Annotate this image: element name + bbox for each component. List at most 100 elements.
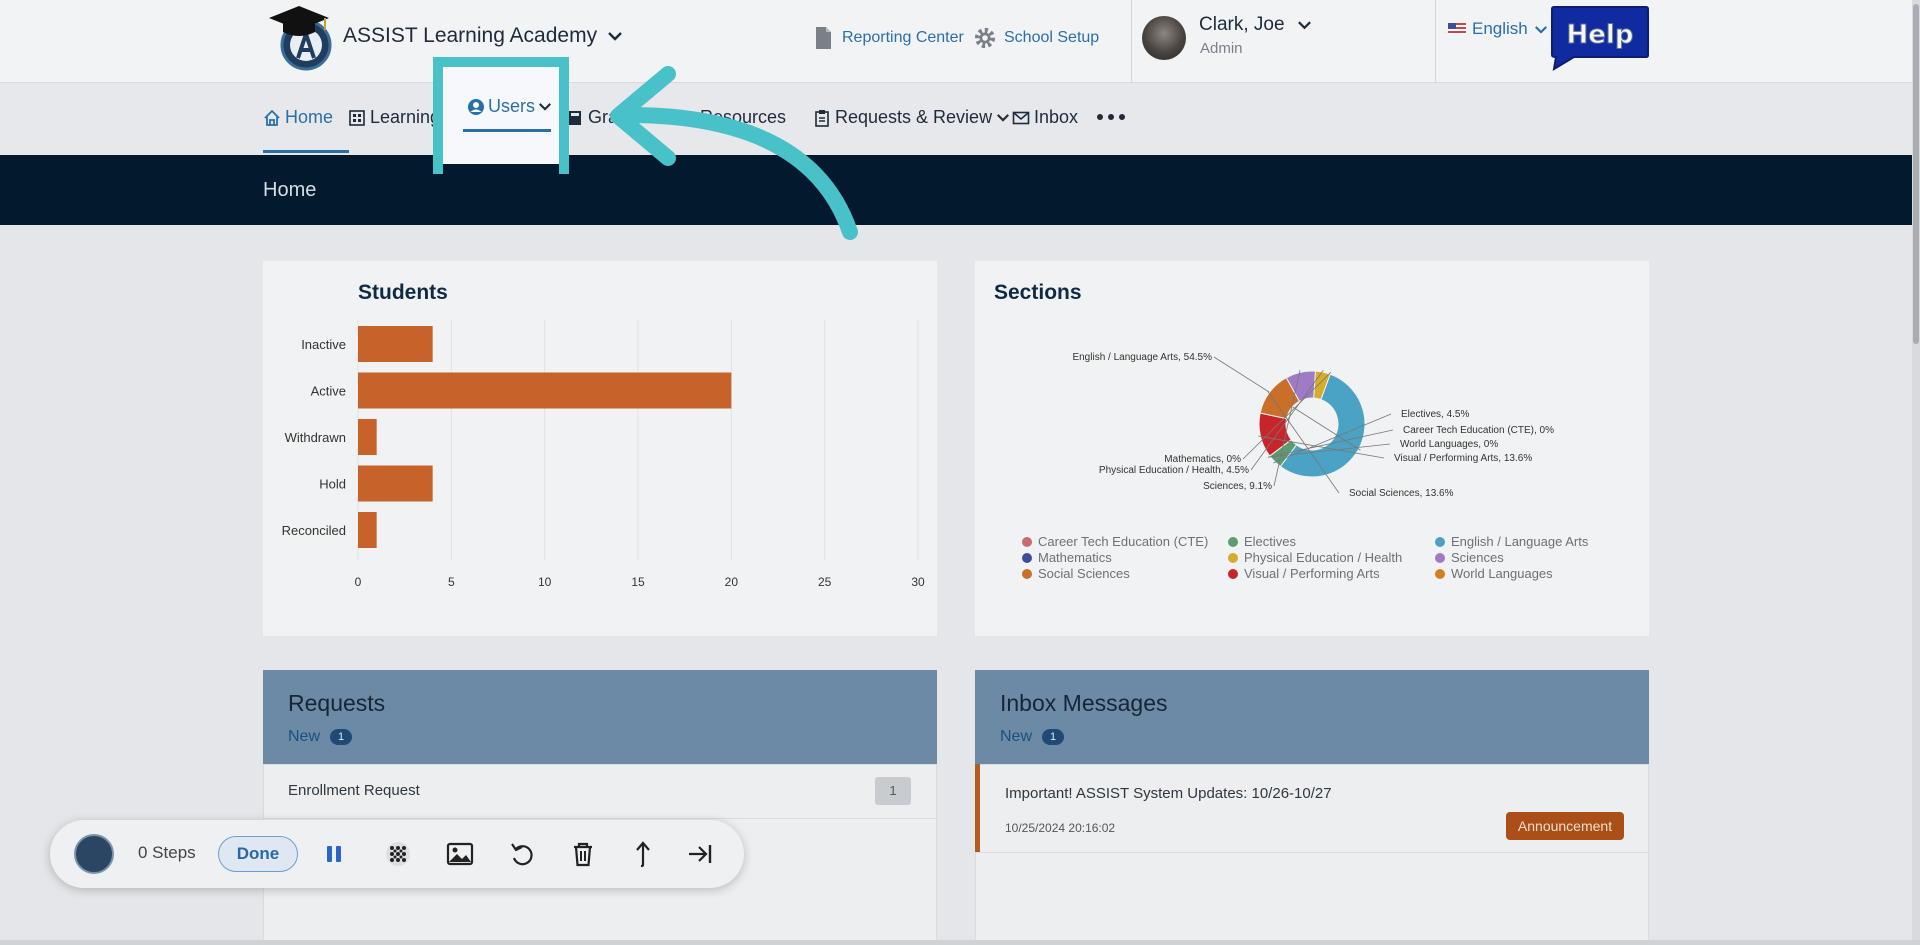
legend-item[interactable]: Visual / Performing Arts [1228,566,1435,581]
skip-to-end-icon[interactable] [686,840,714,868]
active-tab-indicator [463,129,551,132]
request-count: 1 [875,777,911,805]
grid-icon [349,109,365,126]
y-tick-label: Reconciled [282,523,346,538]
legend-item[interactable]: Electives [1228,534,1435,549]
user-menu[interactable]: Clark, Joe [1199,14,1312,36]
request-type: Enrollment Request [288,782,420,799]
slice-label: Career Tech Education (CTE), 0% [1403,425,1554,436]
slice-label: Sciences, 9.1% [1203,481,1272,492]
chevron-down-icon [539,103,552,111]
more-icon[interactable] [1097,114,1125,120]
sections-donut-chart: English / Language Arts, 54.5% Electives,… [1072,352,1554,499]
legend-item[interactable]: Social Sciences [1022,566,1228,581]
legend-label: English / Language Arts [1451,534,1589,549]
upload-icon[interactable] [629,840,657,868]
help-label: Help [1567,20,1634,50]
inbox-new-filter[interactable]: New 1 [1000,728,1065,746]
bar-inactive [358,326,433,362]
users-nav-highlight[interactable]: Users [433,57,569,174]
language-label: English [1472,19,1528,38]
requests-new-filter[interactable]: New 1 [288,728,353,746]
requests-panel-header: Requests New 1 [263,670,937,764]
user-name: Clark, Joe [1199,14,1285,35]
legend-swatch [1228,536,1238,547]
nav-inbox[interactable]: Inbox [1012,107,1078,128]
nav-users[interactable]: Users [467,96,552,117]
done-button[interactable]: Done [218,836,298,872]
legend-label: World Languages [1451,566,1553,581]
trash-icon[interactable] [569,840,597,868]
pointer-arrow-icon [610,66,858,240]
reporting-center-link[interactable]: Reporting Center [812,26,964,50]
legend-item[interactable]: Career Tech Education (CTE) [1022,534,1228,549]
page-scrollbar[interactable] [1912,0,1920,945]
legend-swatch [1228,552,1238,563]
document-icon [816,27,831,49]
legend-swatch [1435,552,1445,563]
undo-icon[interactable] [508,840,536,868]
title-bar-edge [443,164,559,174]
chevron-down-icon [1297,21,1311,30]
language-selector[interactable]: English [1448,19,1548,39]
legend-item[interactable]: English / Language Arts [1435,534,1595,549]
bar-withdrawn [358,419,377,455]
image-icon[interactable] [446,840,474,868]
message-subject: Important! ASSIST System Updates: 10/26-… [1005,785,1332,802]
scrollbar-thumb[interactable] [1913,4,1919,344]
blur-icon[interactable] [384,840,412,868]
legend-label: Mathematics [1038,550,1112,565]
school-switcher[interactable]: ASSIST Learning Academy [343,24,623,48]
legend-label: Social Sciences [1038,566,1130,581]
list-item[interactable]: Enrollment Request 1 [264,765,936,819]
page-title: Home [263,179,317,201]
x-tick-label: 20 [725,575,739,589]
y-tick-label: Inactive [301,337,346,352]
sections-legend: Career Tech Education (CTE) Electives Engl… [1022,534,1588,581]
x-tick-label: 5 [448,575,455,589]
legend-item[interactable]: Mathematics [1022,550,1228,565]
legend-item[interactable]: World Languages [1435,566,1595,581]
bar-hold [358,465,433,502]
students-bar-chart: 0 5 10 15 20 25 30 Inactive Active Withdrawn Hold R… [282,320,925,589]
legend-swatch [1435,536,1445,547]
sections-title: Sections [994,281,1082,304]
inbox-panel-header: Inbox Messages New 1 [975,670,1649,764]
school-setup-link[interactable]: School Setup [974,26,1099,50]
school-name: ASSIST Learning Academy [343,24,598,47]
recorder-logo [74,834,114,874]
inbox-title: Inbox Messages [1000,690,1168,716]
school-logo[interactable] [263,0,333,72]
legend-swatch [1228,568,1238,579]
y-tick-label: Hold [319,477,346,492]
page-title-bar: Home [0,155,1920,225]
slice-label: Electives, 4.5% [1401,409,1469,420]
help-button[interactable]: Help [1550,5,1650,71]
x-tick-label: 10 [538,575,552,589]
legend-label: Physical Education / Health [1244,550,1403,565]
us-flag-icon [1448,23,1466,35]
chevron-down-icon [1534,25,1547,34]
legend-swatch [1022,568,1032,579]
message-accent [975,764,980,852]
header-divider [1131,0,1132,82]
avatar[interactable] [1142,16,1186,60]
legend-swatch [1022,536,1032,547]
x-tick-label: 15 [631,575,645,589]
requests-title: Requests [288,690,386,716]
legend-item[interactable]: Physical Education / Health [1228,550,1435,565]
slice-label: Visual / Performing Arts, 13.6% [1394,453,1532,464]
chevron-down-icon [608,32,622,41]
slice-label: World Languages, 0% [1400,439,1498,450]
slice-label: Physical Education / Health, 4.5% [1099,465,1249,476]
new-count-badge: 1 [330,729,353,745]
slice-label: Mathematics, 0% [1164,454,1241,465]
legend-label: Career Tech Education (CTE) [1038,534,1209,549]
horizontal-scrollbar[interactable] [0,940,1920,945]
pause-icon[interactable] [320,840,348,868]
top-header: ASSIST Learning Academy Reporting Center… [0,0,1920,82]
bar-active [358,372,732,409]
legend-item[interactable]: Sciences [1435,550,1595,565]
legend-label: Visual / Performing Arts [1244,566,1380,581]
nav-home[interactable]: Home [263,107,333,128]
